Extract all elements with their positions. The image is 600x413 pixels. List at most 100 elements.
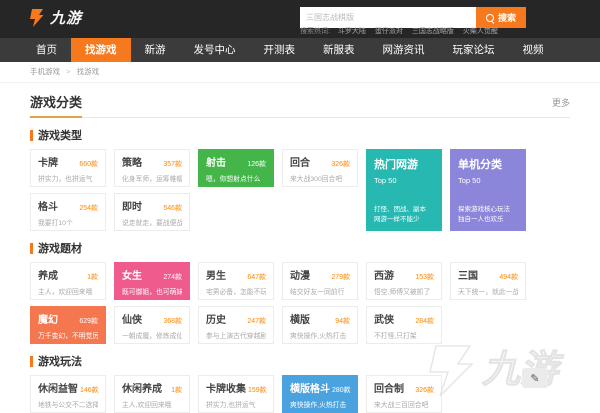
category-card-top: 回合326款 [290,154,350,169]
category-card[interactable]: 三国494款天下统一，就此一战 [450,262,526,300]
category-desc: 结交好友一同前行 [290,286,350,296]
promo-title: 单机分类 [458,156,518,172]
category-count: 153款 [415,272,434,282]
category-name: 横版格斗 [290,380,330,395]
category-card[interactable]: 女生274款既可御姐，也可萌妹 [114,262,190,300]
breadcrumb-separator: > [66,67,70,76]
category-name: 策略 [122,154,142,169]
nav-item-1[interactable]: 首页 [22,38,71,62]
card-grid: 卡牌660款拼实力，也拼运气策略357款化身军师，运筹帷幄射击126款嗯，你想射… [30,149,570,231]
category-card[interactable]: 武侠284款不打怪,只打架 [366,306,442,344]
hot-search-row: 搜索热词: 斗罗大陆 蛋仔派对 三国志战略版 火柴人觉醒 [300,26,507,36]
category-card[interactable]: 仙侠368款一朝成魔，修炼成仙 [114,306,190,344]
hot-word-1[interactable]: 斗罗大陆 [338,28,366,35]
category-name: 即时 [122,198,142,213]
category-card-top: 女生274款 [122,267,182,282]
category-card[interactable]: 西游153款悟空,师傅又被抓了 [366,262,442,300]
site-logo[interactable]: 九游 [28,7,82,28]
category-card[interactable]: 横版格斗280款爽快操作,火热打击 [282,375,358,413]
nav-item-5[interactable]: 开测表 [250,38,310,62]
section-header: 游戏类型 [30,127,570,143]
search-input[interactable] [300,7,476,28]
category-card-top: 魔幻629款 [38,311,98,326]
category-card[interactable]: 魔幻629款万千变幻，不明觉厉 [30,306,106,344]
nav-item-7[interactable]: 网游资讯 [369,38,439,62]
category-card[interactable]: 格斗254款我要打10个 [30,193,106,231]
category-desc: 化身军师，运筹帷幄 [122,173,182,183]
section-2: 游戏题材养成1款主人，欢迎回来哦女生274款既可御姐，也可萌妹男生647款宅男必… [30,240,570,344]
search-button[interactable]: 搜索 [476,7,526,28]
category-desc: 嗯，你想射点什么 [206,173,266,183]
category-card-top: 横版94款 [290,311,350,326]
category-card-top: 休闲益智146款 [38,380,98,395]
category-card-top: 射击126款 [206,154,266,169]
category-card[interactable]: 回合326款来大战300回合吧 [282,149,358,187]
section-3: 游戏玩法休闲益智146款地铁与公交不二选择休闲养成1款主人,欢迎回来哦卡牌收集1… [30,353,570,413]
hot-word-3[interactable]: 三国志战略版 [412,28,454,35]
promo-desc: 探索游戏核心玩法独自一人也欢乐 [458,205,522,225]
nav-item-2[interactable]: 找游戏 [71,38,131,62]
section-title: 游戏类型 [38,127,82,143]
section-accent-bar [30,243,33,254]
category-card-top: 西游 153款 [374,267,434,282]
logo-text: 九游 [50,7,82,28]
category-card[interactable]: 横版94款爽快操作,火热打击 [282,306,358,344]
main-content: 游戏分类 更多 游戏类型卡牌660款拼实力，也拼运气策略357款化身军师，运筹帷… [0,83,600,413]
category-card[interactable]: 即时546款说走就走，要战便战 [114,193,190,231]
category-card[interactable]: 休闲养成1款主人,欢迎回来哦 [114,375,190,413]
category-card[interactable]: 休闲益智146款地铁与公交不二选择 [30,375,106,413]
more-link[interactable]: 更多 [552,96,570,109]
category-name: 休闲养成 [122,380,162,395]
nav-item-4[interactable]: 发号中心 [180,38,250,62]
category-card[interactable]: 射击126款嗯，你想射点什么 [198,149,274,187]
promo-subtitle: Top 50 [374,176,434,185]
edit-button[interactable]: ✎ [522,368,548,388]
nav-item-6[interactable]: 新服表 [309,38,369,62]
section-1: 游戏类型卡牌660款拼实力，也拼运气策略357款化身军师，运筹帷幄射击126款嗯… [30,127,570,231]
category-card[interactable]: 男生647款宅男必备，怎能不玩 [198,262,274,300]
promo-desc-line: 独自一人也欢乐 [458,215,522,225]
hot-word-2[interactable]: 蛋仔派对 [375,28,403,35]
category-card-top: 策略357款 [122,154,182,169]
nav-item-3[interactable]: 新游 [131,38,180,62]
category-name: 回合 [290,154,310,169]
category-card[interactable]: 历史247款参与上演古代穿越剧 [198,306,274,344]
nav-item-8[interactable]: 玩家论坛 [439,38,509,62]
category-count: 1款 [87,272,98,282]
promo-card[interactable]: 单机分类Top 50探索游戏核心玩法独自一人也欢乐 [450,149,526,231]
category-count: 326款 [415,385,434,395]
category-count: 146款 [80,385,99,395]
category-name: 休闲益智 [38,380,78,395]
category-name: 射击 [206,154,226,169]
category-desc: 主人，欢迎回来哦 [38,286,98,296]
category-desc: 爽快操作,火热打击 [290,399,350,409]
category-desc: 既可御姐，也可萌妹 [122,286,182,296]
category-card[interactable]: 卡牌收集159款拼实力,也拼运气 [198,375,274,413]
promo-card[interactable]: 热门网游Top 50打怪、团战、副本网游一样不能少 [366,149,442,231]
category-card[interactable]: 回合制326款来大战三百回合吧 [366,375,442,413]
hot-search-label: 搜索热词: [300,28,330,35]
category-name: 女生 [122,267,142,282]
category-desc: 天下统一，就此一战 [458,286,518,296]
hot-word-4[interactable]: 火柴人觉醒 [463,28,498,35]
category-card[interactable]: 策略357款化身军师，运筹帷幄 [114,149,190,187]
nav-item-9[interactable]: 视频 [509,38,558,62]
category-desc: 来大战300回合吧 [290,173,350,183]
category-card-top: 三国494款 [458,267,518,282]
category-name: 养成 [38,267,58,282]
category-card[interactable]: 卡牌660款拼实力，也拼运气 [30,149,106,187]
breadcrumb-item-home[interactable]: 手机游戏 [30,67,60,76]
category-name: 回合制 [374,380,404,395]
category-card[interactable]: 动漫279款结交好友一同前行 [282,262,358,300]
category-card-top: 休闲养成 1款 [122,380,182,395]
category-count: 284款 [415,316,434,326]
main-nav: 首页找游戏新游发号中心开测表新服表网游资讯玩家论坛视频 [0,38,600,62]
category-desc: 参与上演古代穿越剧 [206,330,266,340]
category-card-top: 武侠284款 [374,311,434,326]
category-count: 247款 [247,316,266,326]
category-card[interactable]: 养成 1款主人，欢迎回来哦 [30,262,106,300]
promo-desc-line: 网游一样不能少 [374,215,438,225]
category-name: 西游 [374,267,394,282]
category-count: 279款 [331,272,350,282]
category-count: 1款 [171,385,182,395]
